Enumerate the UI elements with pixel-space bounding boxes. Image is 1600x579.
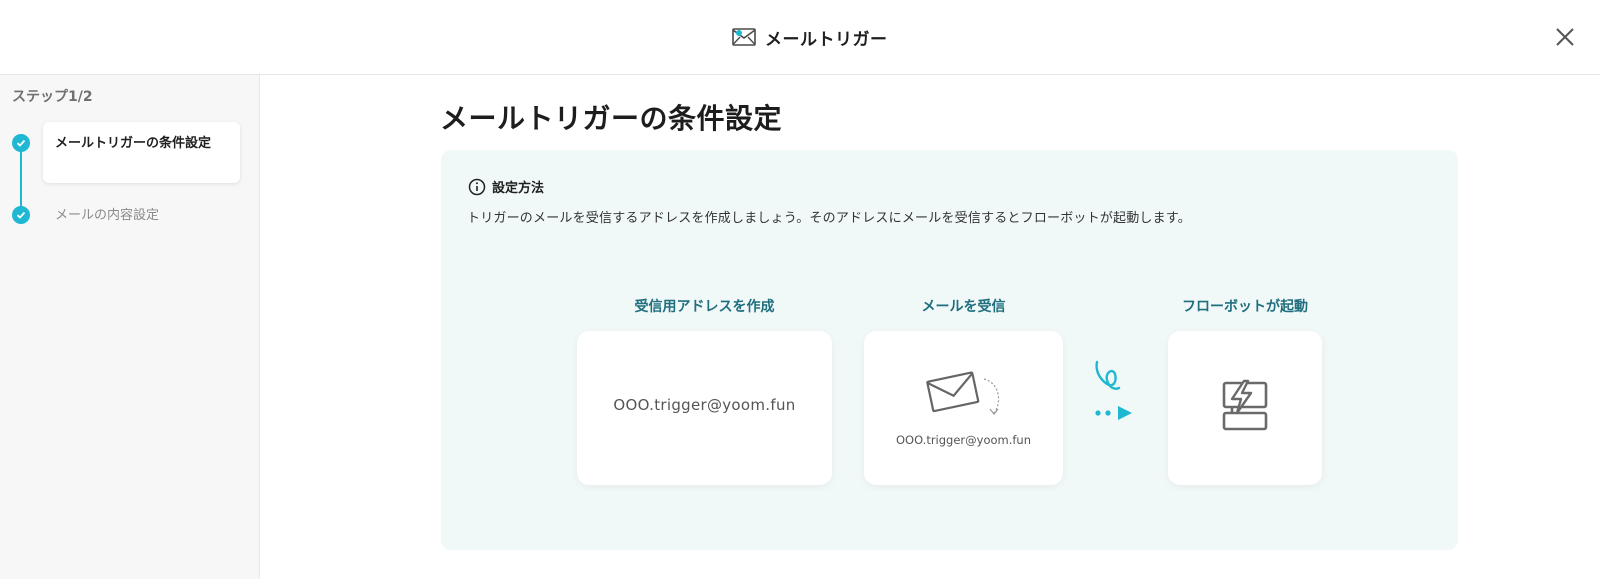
sidebar-step-1-label: メールトリガーの条件設定 [55,136,212,151]
info-panel: 設定方法 トリガーのメールを受信するアドレスを作成しましょう。そのアドレスにメー… [441,150,1458,550]
info-description: トリガーのメールを受信するアドレスを作成しましょう。そのアドレスにメールを受信す… [467,211,1191,226]
page-title: メールトリガーの条件設定 [440,102,783,135]
info-icon [468,178,486,195]
header-title-text: メールトリガー [765,29,888,50]
flow-step-1-label: 受信用アドレスを作成 [634,299,775,315]
info-heading: 設定方法 [468,177,544,196]
step-2-check-icon [12,206,30,224]
header: メールトリガー [0,0,1600,75]
sidebar-step-1[interactable]: メールトリガーの条件設定 [43,122,240,183]
envelope-icon [926,371,1000,415]
mail-icon [732,28,756,46]
step-connector [20,143,22,211]
spark-icon [1095,360,1121,390]
sidebar-step-2[interactable]: メールの内容設定 [55,204,159,223]
flow-arrow-icon [1095,406,1132,420]
received-address: OOO.trigger@yoom.fun [895,433,1032,447]
close-icon[interactable] [1553,25,1577,49]
flowbot-icon [1222,379,1268,431]
flow-card-flowbot [1168,331,1322,485]
flow-step-2-label: メールを受信 [921,299,1006,315]
sidebar: ステップ1/2 メールトリガーの条件設定 メールの内容設定 [0,75,260,579]
flow-card-address: OOO.trigger@yoom.fun [577,331,832,485]
info-heading-text: 設定方法 [492,181,545,196]
header-title: メールトリガー [732,24,888,50]
step-1-check-icon [12,134,30,152]
flow-card-receive: OOO.trigger@yoom.fun [864,331,1063,485]
close-button[interactable] [1553,25,1577,49]
step-count: ステップ1/2 [12,89,93,105]
flow-step-3-label: フローボットが起動 [1182,299,1308,315]
trigger-address: OOO.trigger@yoom.fun [613,396,796,414]
